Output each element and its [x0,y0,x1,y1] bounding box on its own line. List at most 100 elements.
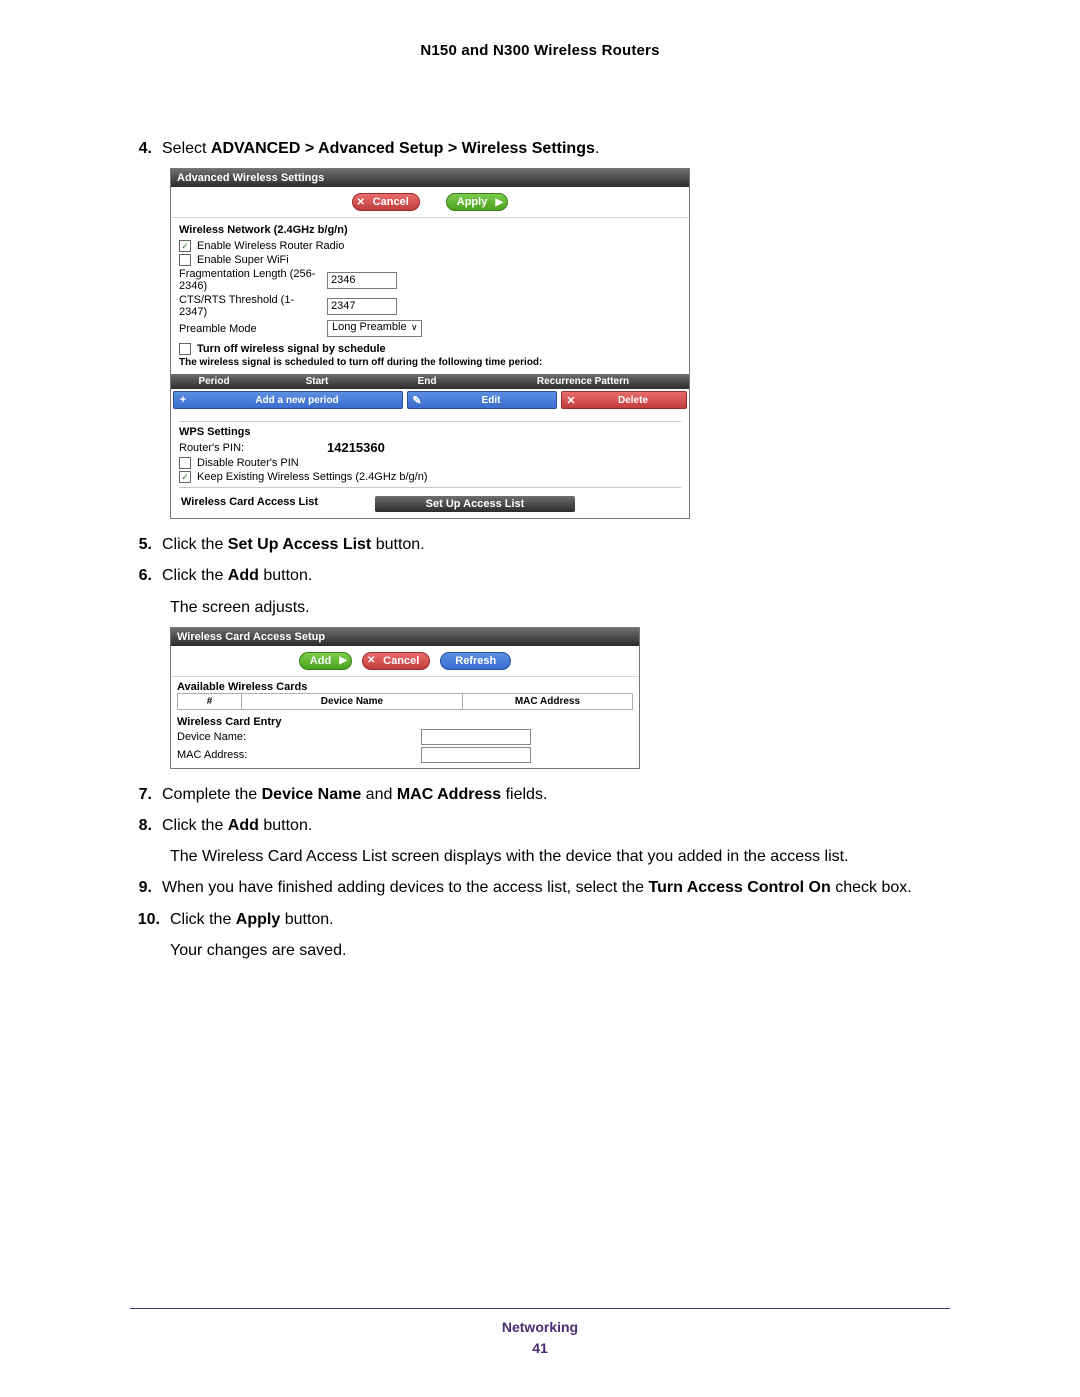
checkbox-label: Turn off wireless signal by schedule [197,343,386,355]
cancel-button[interactable]: ✕ Cancel [352,193,420,211]
text: button. [259,567,312,584]
add-period-button[interactable]: + Add a new period [173,391,403,409]
text: Click the [162,567,228,584]
step-body: When you have finished adding devices to… [162,876,950,899]
setup-access-list-button[interactable]: Set Up Access List [375,496,575,512]
delete-button[interactable]: ✕ Delete [561,391,687,409]
step-number: 5. [130,533,162,556]
checkbox-super-wifi[interactable] [179,254,191,266]
col-start: Start [257,376,377,387]
text-bold: Device Name [262,786,362,803]
schedule-desc: The wireless signal is scheduled to turn… [179,357,681,368]
screenshot-card-access-setup: Wireless Card Access Setup Add ▶ ✕ Cance… [170,627,640,769]
arrow-right-icon: ▶ [491,197,507,208]
col-recurrence: Recurrence Pattern [477,376,689,387]
fragmentation-input[interactable] [327,272,397,289]
text: button. [280,911,333,928]
field-label: Router's PIN: [179,442,321,454]
field-label: Preamble Mode [179,323,321,335]
device-name-input[interactable] [421,729,531,745]
apply-button[interactable]: Apply ▶ [446,193,509,211]
arrow-right-icon: ▶ [335,655,351,666]
access-list-label: Wireless Card Access List [179,496,375,508]
step-10: 10. Click the Apply button. [130,908,950,931]
page-footer: Networking 41 [0,1317,1080,1359]
button-label: Set Up Access List [426,498,525,510]
field-label: Fragmentation Length (256-2346) [179,268,321,292]
section-label: Available Wireless Cards [177,681,633,693]
step-9: 9. When you have finished adding devices… [130,876,950,899]
step-10-note: Your changes are saved. [170,939,950,962]
step-body: Click the Apply button. [170,908,950,931]
text-bold: ADVANCED > Advanced Setup > Wireless Set… [211,140,595,157]
text-bold: Add [228,567,259,584]
mac-address-input[interactable] [421,747,531,763]
content: 4. Select ADVANCED > Advanced Setup > Wi… [0,59,1080,962]
step-body: Select ADVANCED > Advanced Setup > Wirel… [162,137,950,160]
checkbox-label: Disable Router's PIN [197,457,299,469]
wps-section: WPS Settings Router's PIN: 14215360 Disa… [171,411,689,518]
step-6: 6. Click the Add button. [130,564,950,587]
refresh-button[interactable]: Refresh [440,652,511,670]
text: . [595,140,599,157]
form-section: Wireless Network (2.4GHz b/g/n) ✓ Enable… [171,218,689,374]
step-number: 8. [130,814,162,837]
step-6-note: The screen adjusts. [170,596,950,619]
field-label: CTS/RTS Threshold (1-2347) [179,294,321,318]
step-body: Click the Add button. [162,814,950,837]
step-5: 5. Click the Set Up Access List button. [130,533,950,556]
th-mac-address: MAC Address [463,694,632,709]
text: and [361,786,397,803]
button-label: Edit [426,395,556,406]
step-4: 4. Select ADVANCED > Advanced Setup > Wi… [130,137,950,160]
step-body: Click the Set Up Access List button. [162,533,950,556]
checkbox-disable-pin[interactable] [179,457,191,469]
th-device-name: Device Name [242,694,463,709]
step-body: Complete the Device Name and MAC Address… [162,783,950,806]
step-number: 6. [130,564,162,587]
text-bold: Apply [236,911,280,928]
button-label: Apply [447,196,492,208]
table-header: # Device Name MAC Address [177,693,633,710]
close-icon: ✕ [562,394,580,407]
text-bold: Set Up Access List [228,536,371,553]
schedule-buttons: + Add a new period ✎ Edit ✕ Delete [171,389,689,411]
plus-icon: + [174,394,192,406]
button-label: Cancel [379,655,429,667]
preamble-select[interactable]: Long Preamble [327,320,422,337]
step-number: 7. [130,783,162,806]
step-7: 7. Complete the Device Name and MAC Addr… [130,783,950,806]
cts-input[interactable] [327,298,397,315]
checkbox-router-radio[interactable]: ✓ [179,240,191,252]
footer-section: Networking [0,1317,1080,1338]
access-list-row: Wireless Card Access List Set Up Access … [179,492,681,512]
button-label: Refresh [441,655,510,667]
checkbox-label: Keep Existing Wireless Settings (2.4GHz … [197,471,427,483]
footer-divider [130,1308,950,1309]
pencil-icon: ✎ [408,394,426,407]
field-label: MAC Address: [177,749,281,761]
router-pin-value: 14215360 [327,440,385,455]
section-label: Wireless Network (2.4GHz b/g/n) [179,224,681,236]
text: button. [371,536,424,553]
screenshot-advanced-wireless: Advanced Wireless Settings ✕ Cancel Appl… [170,168,690,519]
button-row: ✕ Cancel Apply ▶ [171,187,689,218]
page-header: N150 and N300 Wireless Routers [0,0,1080,59]
step-body: Click the Add button. [162,564,950,587]
button-row: Add ▶ ✕ Cancel Refresh [171,646,639,677]
checkbox-label: Enable Wireless Router Radio [197,240,344,252]
button-label: Add [300,655,335,667]
checkbox-keep-existing[interactable]: ✓ [179,471,191,483]
text: Select [162,140,211,157]
close-icon: ✕ [353,197,369,208]
step-8-note: The Wireless Card Access List screen dis… [170,845,950,868]
checkbox-turnoff-schedule[interactable] [179,343,191,355]
cancel-button[interactable]: ✕ Cancel [362,652,430,670]
step-number: 10. [130,908,170,931]
th-number: # [178,694,242,709]
edit-button[interactable]: ✎ Edit [407,391,557,409]
col-period: Period [171,376,257,387]
step-8: 8. Click the Add button. [130,814,950,837]
add-button[interactable]: Add ▶ [299,652,352,670]
footer-page-number: 41 [0,1338,1080,1359]
